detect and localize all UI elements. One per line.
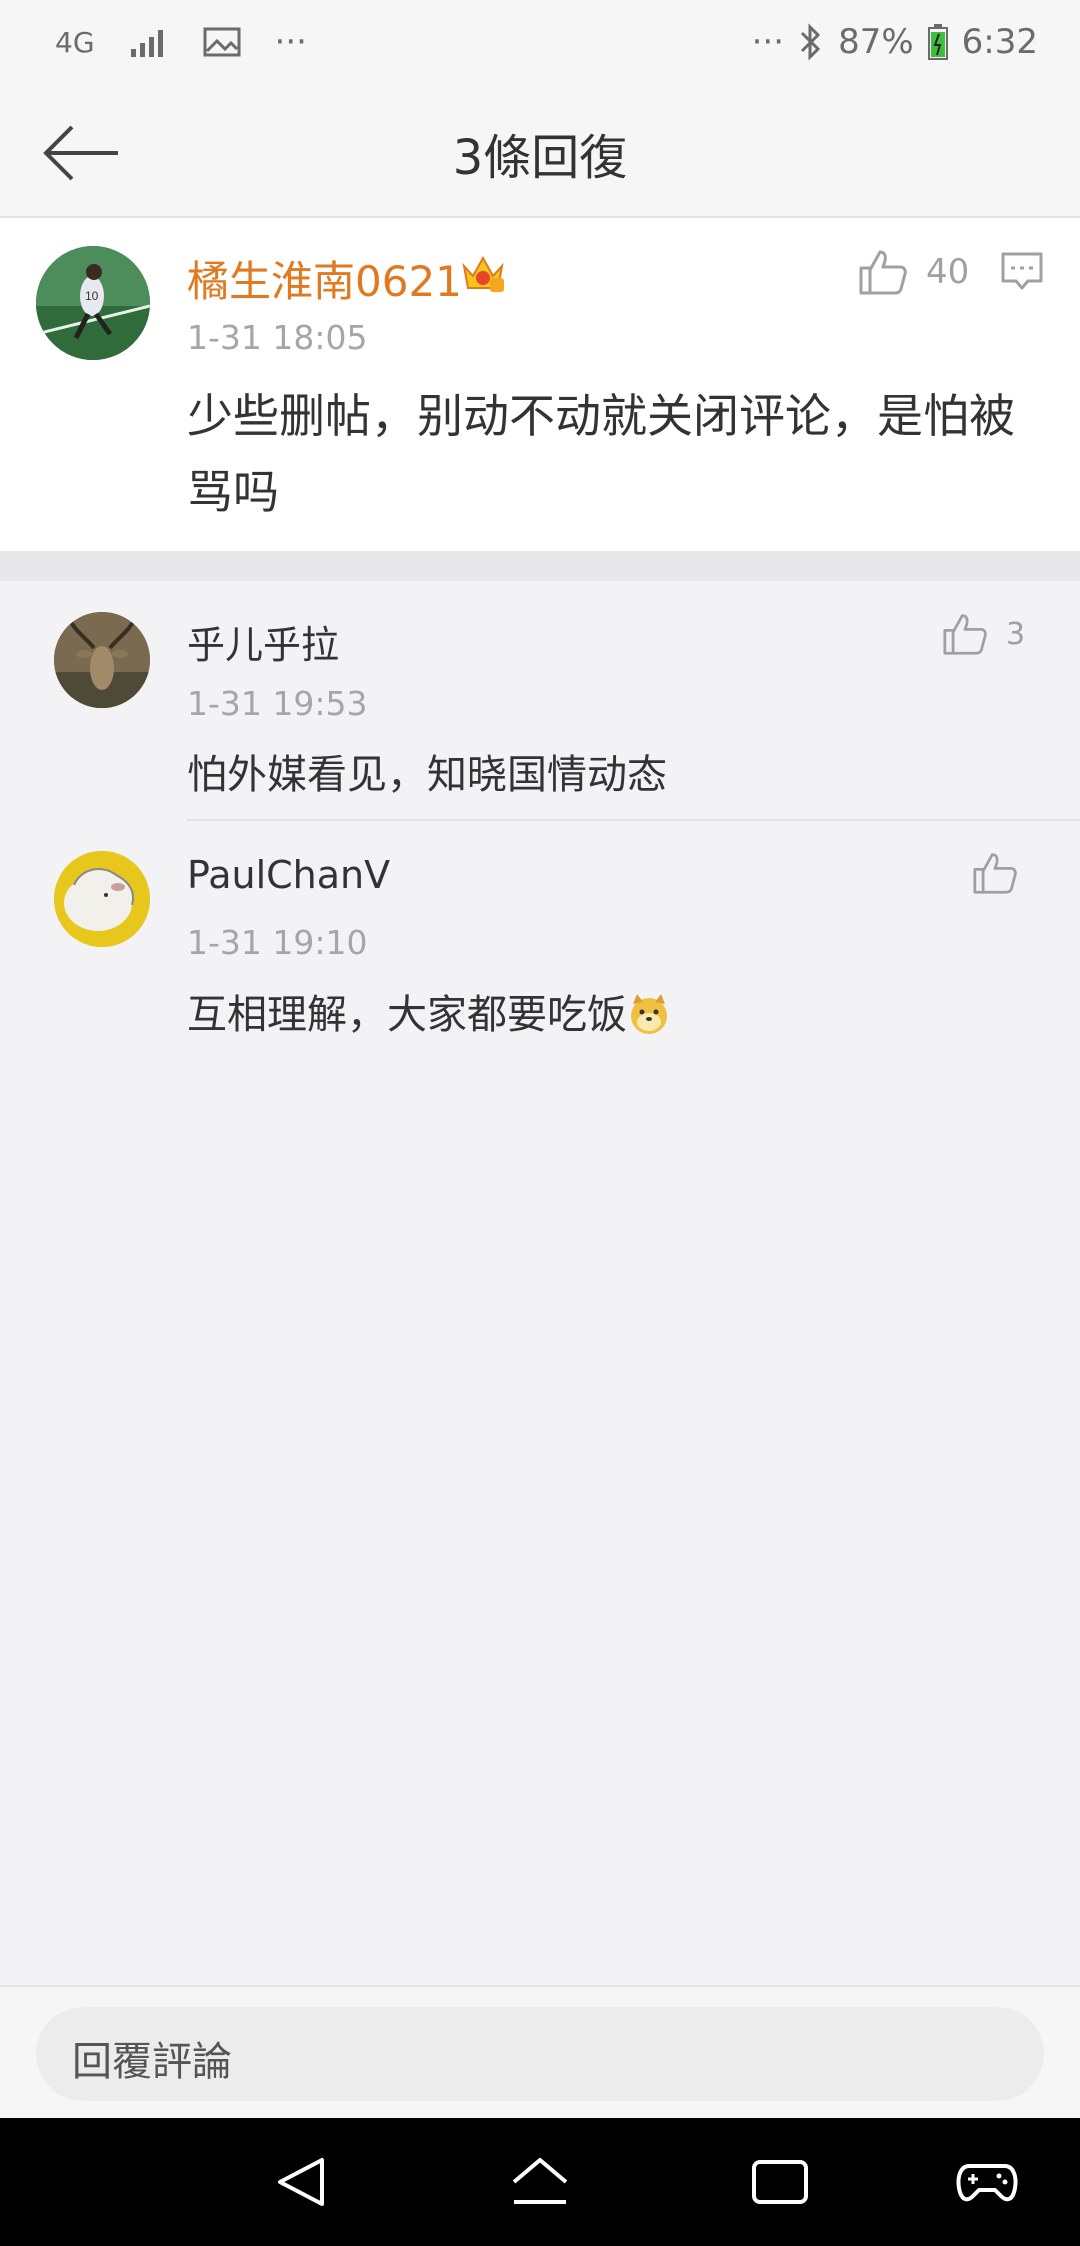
comment-text-wrapper: 互相理解，大家都要吃饭 — [187, 982, 671, 1040]
like-button[interactable]: 3 — [942, 612, 1025, 656]
like-button[interactable] — [972, 851, 1036, 895]
like-count: 3 — [1006, 616, 1026, 652]
username[interactable]: PaulChanV — [187, 853, 390, 897]
status-bar: 4G ··· ··· 87% 6:32 — [0, 0, 1080, 90]
battery-icon — [927, 24, 948, 60]
navigation-bar — [0, 2118, 1080, 2246]
reply-input[interactable]: 回覆評論 — [36, 2007, 1044, 2101]
game-controller-icon[interactable] — [955, 2154, 1019, 2210]
avatar-image — [54, 851, 150, 947]
status-left: 4G ··· — [55, 22, 307, 62]
reply-divider — [187, 819, 1080, 821]
like-count: 40 — [926, 252, 970, 292]
signal-icon — [130, 30, 163, 57]
avatar[interactable] — [54, 612, 150, 708]
doge-emoji-icon — [631, 994, 667, 1034]
more-indicator-right: ··· — [751, 22, 785, 62]
section-separator — [0, 551, 1080, 581]
comment-text: 互相理解，大家都要吃饭 — [187, 992, 627, 1038]
nav-recents-icon[interactable] — [748, 2154, 812, 2210]
svg-text:10: 10 — [85, 289, 99, 303]
more-indicator-left: ··· — [274, 22, 307, 62]
header: 3條回復 — [0, 90, 1080, 218]
thumbs-up-icon — [943, 614, 987, 655]
image-icon — [203, 27, 241, 57]
reply-bar: 回覆評論 — [0, 1985, 1080, 2120]
like-button[interactable]: 40 — [858, 248, 969, 296]
vip-crown-icon — [462, 255, 504, 292]
comment-text: 少些删帖，别动不动就关闭评论，是怕被骂吗 — [187, 389, 1015, 519]
thumbs-up-icon — [859, 250, 907, 295]
avatar[interactable] — [54, 851, 150, 947]
comment-text: 怕外媒看见，知晓国情动态 — [187, 752, 667, 798]
status-right: ··· 87% 6:32 — [752, 22, 1038, 62]
username[interactable]: 乎儿乎拉 — [187, 614, 339, 669]
network-indicator: 4G — [55, 25, 95, 59]
clock: 6:32 — [961, 22, 1038, 62]
avatar[interactable]: 10 — [36, 246, 150, 360]
reply-input-placeholder: 回覆評論 — [72, 2039, 232, 2085]
avatar-image — [54, 612, 150, 708]
comment-time: 1-31 18:05 — [187, 318, 368, 357]
username[interactable]: 橘生淮南0621 — [187, 248, 462, 309]
nav-home-icon[interactable] — [508, 2154, 572, 2210]
avatar-image: 10 — [36, 246, 150, 360]
comment-time: 1-31 19:10 — [187, 923, 368, 962]
comment-icon[interactable] — [1000, 251, 1044, 291]
root-comment: 10 橘生淮南0621 1-31 18:05 少些删帖，别动不动就关闭评论，是怕… — [0, 218, 1080, 551]
thumbs-up-icon — [973, 853, 1017, 894]
comment-time: 1-31 19:53 — [187, 684, 368, 723]
nav-back-icon[interactable] — [270, 2154, 334, 2210]
page-title: 3條回復 — [452, 130, 628, 186]
bluetooth-icon — [801, 23, 821, 61]
battery-percent: 87% — [838, 22, 914, 62]
